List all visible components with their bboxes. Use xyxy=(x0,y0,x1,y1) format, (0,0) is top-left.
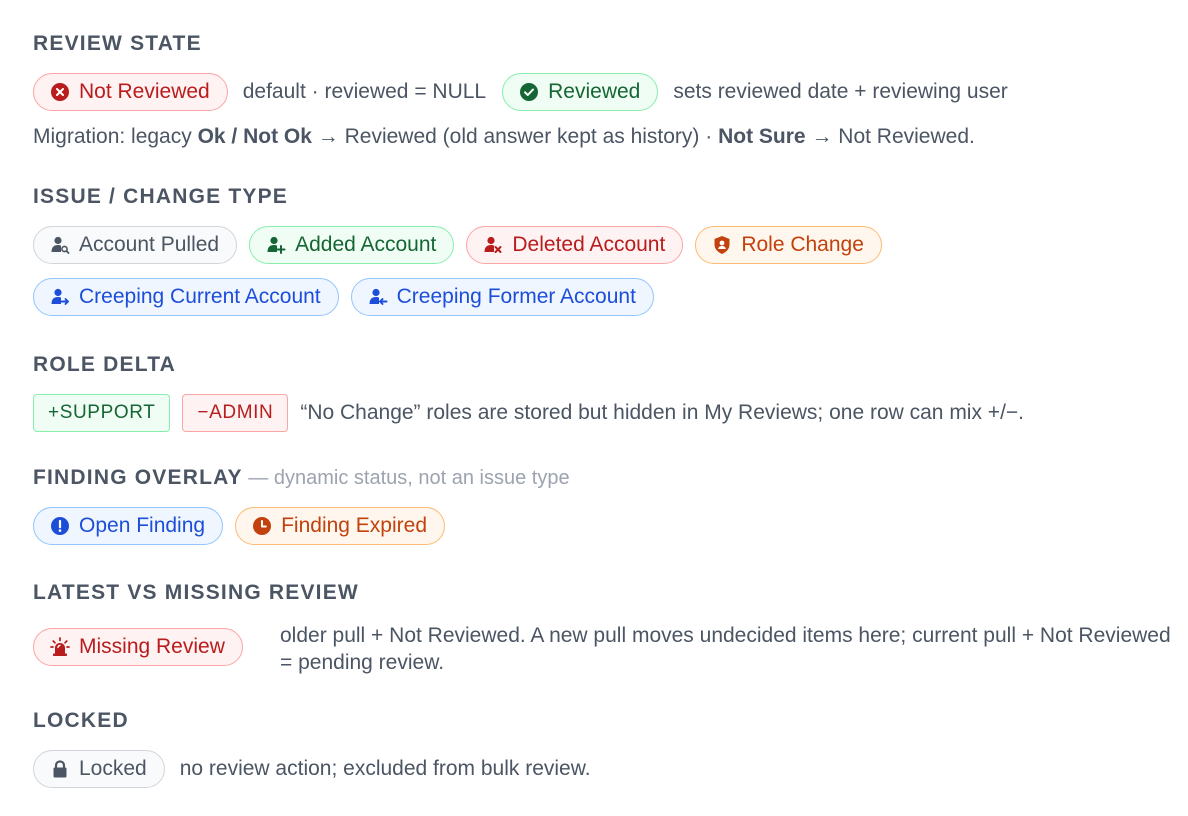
issue-type-row-2: Creeping Current Account Creeping Former… xyxy=(33,278,654,316)
exclamation-circle-icon xyxy=(51,517,69,535)
reviewed-label: Reviewed xyxy=(548,80,641,103)
issue-type-heading: ISSUE / CHANGE TYPE xyxy=(33,185,289,208)
legacy-values: Ok / Not Ok xyxy=(197,125,312,148)
finding-overlay-heading: FINDING OVERLAY — dynamic status, not an… xyxy=(33,465,570,491)
missing-review-note: older pull + Not Reviewed. A new pull mo… xyxy=(280,624,1171,674)
user-arrow-right-icon xyxy=(51,288,69,305)
lock-icon xyxy=(53,760,67,778)
locked-heading: LOCKED xyxy=(33,709,129,732)
open-finding-badge: Open Finding xyxy=(33,507,224,545)
deleted-account-badge: Deleted Account xyxy=(466,226,684,264)
finding-expired-label: Finding Expired xyxy=(281,514,428,537)
deleted-account-label: Deleted Account xyxy=(512,233,666,256)
review-state-row: Not Reviewed default · reviewed = NULL R… xyxy=(33,73,1008,111)
role-change-label: Role Change xyxy=(741,233,864,256)
role-delta-note: “No Change” roles are stored but hidden … xyxy=(300,401,1025,424)
clock-icon xyxy=(253,517,272,535)
not-reviewed-label: Not Reviewed xyxy=(79,80,210,103)
account-pulled-badge: Account Pulled xyxy=(33,226,238,264)
locked-badge: Locked xyxy=(33,750,165,788)
account-pulled-label: Account Pulled xyxy=(79,233,220,256)
siren-icon xyxy=(50,637,70,656)
locked-label: Locked xyxy=(79,757,147,780)
role-removed-tag: −ADMIN xyxy=(182,394,289,432)
not-reviewed-badge: Not Reviewed xyxy=(33,73,228,111)
not-sure-value: Not Sure xyxy=(718,125,806,148)
creeping-current-account-label: Creeping Current Account xyxy=(79,285,321,308)
creeping-former-account-label: Creeping Former Account xyxy=(396,285,636,308)
added-account-badge: Added Account xyxy=(249,226,455,264)
check-circle-icon xyxy=(520,83,539,101)
locked-row: Locked no review action; excluded from b… xyxy=(33,750,591,788)
open-finding-label: Open Finding xyxy=(79,514,206,537)
role-delta-heading: ROLE DELTA xyxy=(33,353,177,376)
user-plus-icon xyxy=(267,236,286,254)
missing-review-badge: Missing Review xyxy=(33,628,243,666)
locked-note: no review action; excluded from bulk rev… xyxy=(179,757,591,780)
shield-user-icon xyxy=(714,236,730,254)
finding-overlay-title: FINDING OVERLAY xyxy=(33,466,243,489)
creeping-former-account-badge: Creeping Former Account xyxy=(350,278,654,316)
role-delta-row: +SUPPORT −ADMIN “No Change” roles are st… xyxy=(33,394,1024,432)
user-search-icon xyxy=(51,236,70,254)
migration-arrow-one: → Reviewed (old answer kept as history) … xyxy=(311,125,719,148)
missing-review-label: Missing Review xyxy=(79,635,225,658)
finding-overlay-subheading: — dynamic status, not an issue type xyxy=(242,467,570,489)
role-added-tag: +SUPPORT xyxy=(33,394,171,432)
status-legend: REVIEW STATE Not Reviewed default · revi… xyxy=(0,0,1188,816)
review-state-heading: REVIEW STATE xyxy=(33,32,202,55)
role-change-badge: Role Change xyxy=(695,226,882,264)
migration-note: Migration: legacy Ok / Not Ok → Reviewed… xyxy=(33,125,975,149)
finding-expired-badge: Finding Expired xyxy=(235,507,446,545)
not-reviewed-note: default · reviewed = NULL xyxy=(242,80,487,103)
user-arrow-left-icon xyxy=(369,288,388,305)
migration-arrow-two: → Not Reviewed. xyxy=(805,125,975,148)
latest-vs-missing-heading: LATEST VS MISSING REVIEW xyxy=(33,581,359,604)
finding-overlay-row: Open Finding Finding Expired xyxy=(33,507,446,545)
migration-prefix: Migration: legacy xyxy=(33,125,198,148)
x-circle-icon xyxy=(51,83,69,101)
creeping-current-account-badge: Creeping Current Account xyxy=(33,278,339,316)
user-x-icon xyxy=(484,236,502,253)
reviewed-badge: Reviewed xyxy=(502,73,659,111)
reviewed-note: sets reviewed date + reviewing user xyxy=(673,80,1008,103)
issue-type-row-1: Account Pulled Added Account Deleted Acc… xyxy=(33,226,882,264)
added-account-label: Added Account xyxy=(295,233,437,256)
missing-review-row: Missing Review xyxy=(33,628,243,666)
